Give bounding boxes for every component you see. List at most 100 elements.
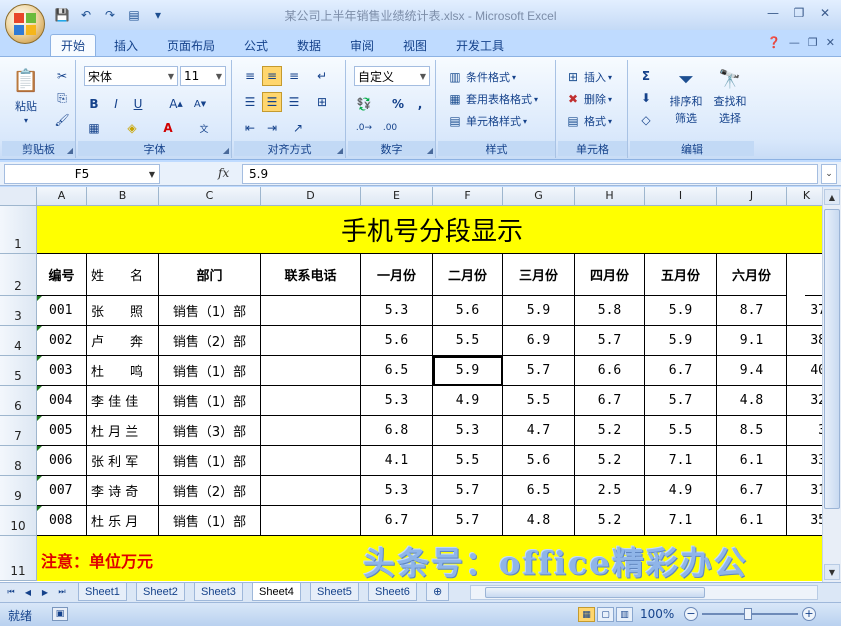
tab-home[interactable]: 开始 [50,34,97,56]
sheet-tab-sheet1[interactable]: Sheet1 [78,583,127,601]
close-icon[interactable]: ✕ [815,4,835,22]
help-icon[interactable]: ❓ [767,36,781,49]
column-header-a[interactable]: A [37,187,87,206]
data-cell[interactable]: 002 [37,326,87,356]
vertical-scroll-thumb[interactable] [824,209,840,509]
zoom-out-icon[interactable]: − [684,607,698,621]
header-cell[interactable]: 二月份 [433,254,503,296]
data-cell[interactable]: 4.1 [361,446,433,476]
data-cell[interactable]: 5.9 [433,356,503,386]
cell-styles-button[interactable]: ▤ 单元格样式 ▾ [446,112,527,130]
data-cell[interactable]: 杜 月 兰 [87,416,159,446]
format-painter-icon[interactable]: 🖌 [52,110,72,130]
data-cell[interactable]: 5.3 [361,296,433,326]
column-header-c[interactable]: C [159,187,261,206]
row-header-2[interactable]: 2 [0,254,37,296]
data-cell[interactable]: 5.5 [433,326,503,356]
data-cell[interactable]: 杜 乐 月 [87,506,159,536]
tab-developer[interactable]: 开发工具 [446,34,514,56]
page-break-view-icon[interactable]: ▥ [616,607,633,622]
grow-font-icon[interactable]: A ▲ [166,94,186,114]
tab-insert[interactable]: 插入 [104,34,148,56]
data-cell[interactable]: 33 [787,446,827,476]
header-cell[interactable]: 六月份 [717,254,787,296]
data-cell[interactable]: 5.5 [433,446,503,476]
data-cell[interactable] [261,296,361,326]
data-cell[interactable]: 5.3 [361,476,433,506]
insert-sheet-icon[interactable]: ⊕ [426,583,450,601]
doc-minimize-icon[interactable]: — [789,36,800,49]
column-header-e[interactable]: E [361,187,433,206]
data-cell[interactable]: 5.6 [503,446,575,476]
column-header-k[interactable]: K [787,187,827,206]
data-cell[interactable]: 张 照 [87,296,159,326]
align-center-icon[interactable]: ☰ [262,92,282,112]
data-cell[interactable]: 35 [787,506,827,536]
formula-input[interactable]: 5.9 [242,164,818,184]
sheet-title[interactable]: 手机号分段显示 [37,206,827,254]
data-cell[interactable]: 5.2 [575,416,645,446]
data-cell[interactable]: 005 [37,416,87,446]
header-cell[interactable]: 编号 [37,254,87,296]
header-cell[interactable]: 四月份 [575,254,645,296]
data-cell[interactable]: 6.7 [575,386,645,416]
sheet-tab-sheet2[interactable]: Sheet2 [136,583,185,601]
wrap-text-icon[interactable]: ↵ [312,66,332,86]
conditional-format-button[interactable]: ▥ 条件格式 ▾ [446,68,516,86]
data-cell[interactable]: 7.1 [645,446,717,476]
data-cell[interactable]: 5.6 [361,326,433,356]
row-header-11[interactable]: 11 [0,536,37,581]
data-cell[interactable]: 李 诗 奇 [87,476,159,506]
borders-icon[interactable]: ▦ [84,118,104,138]
data-cell[interactable]: 6.7 [645,356,717,386]
select-all-corner[interactable] [0,187,37,206]
data-cell[interactable]: 3 [787,416,827,446]
data-cell[interactable]: 9.4 [717,356,787,386]
increase-indent-icon[interactable]: ⇥ [262,118,282,138]
data-cell[interactable]: 40 [787,356,827,386]
row-header-5[interactable]: 5 [0,356,37,386]
prev-sheet-icon[interactable]: ◀ [21,585,35,599]
clipboard-launcher-icon[interactable]: ◢ [67,146,73,155]
row-header-3[interactable]: 3 [0,296,37,326]
header-cell[interactable]: 姓 名 [87,254,159,296]
data-cell[interactable]: 6.6 [575,356,645,386]
row-header-6[interactable]: 6 [0,386,37,416]
data-cell[interactable]: 6.7 [361,506,433,536]
orientation-icon[interactable]: ↗ [288,118,308,138]
font-size-combo[interactable]: 11 ▼ [180,66,226,86]
scroll-up-icon[interactable]: ▲ [824,189,840,205]
tab-page-layout[interactable]: 页面布局 [157,34,225,56]
minimize-icon[interactable]: — [763,4,783,22]
data-cell[interactable]: 38 [787,326,827,356]
tab-formulas[interactable]: 公式 [234,34,278,56]
column-header-b[interactable]: B [87,187,159,206]
clear-icon[interactable]: ◇ [636,110,656,130]
zoom-slider-thumb[interactable] [744,608,752,620]
data-cell[interactable]: 张 利 军 [87,446,159,476]
header-cell[interactable]: 部门 [159,254,261,296]
data-cell[interactable]: 5.9 [645,296,717,326]
data-cell[interactable] [261,326,361,356]
data-cell[interactable]: 4.9 [433,386,503,416]
column-header-i[interactable]: I [645,187,717,206]
data-cell[interactable]: 5.2 [575,446,645,476]
data-cell[interactable]: 销售（1）部 [159,446,261,476]
data-cell[interactable]: 5.3 [361,386,433,416]
vertical-scrollbar[interactable]: ▲ ▼ [822,187,841,582]
worksheet-grid[interactable]: A B C D E F G H I J K 1 2 3 4 5 6 7 8 9 10 11 手机号分段显示 编号姓 名部门 联系… [0,187,841,582]
zoom-in-icon[interactable]: + [802,607,816,621]
sheet-tab-sheet5[interactable]: Sheet5 [310,583,359,601]
data-cell[interactable]: 5.7 [433,506,503,536]
align-right-icon[interactable]: ☰ [284,92,304,112]
row-header-8[interactable]: 8 [0,446,37,476]
data-cell[interactable]: 006 [37,446,87,476]
data-cell[interactable]: 5.5 [503,386,575,416]
align-left-icon[interactable]: ☰ [240,92,260,112]
sheet-tab-sheet4[interactable]: Sheet4 [252,583,301,601]
unit-note[interactable]: 注意：单位万元 [41,548,241,571]
zoom-level[interactable]: 100% [640,607,674,621]
data-cell[interactable]: 008 [37,506,87,536]
font-color-icon[interactable]: A [158,118,178,138]
phonetic-icon[interactable]: 文 [194,118,214,138]
